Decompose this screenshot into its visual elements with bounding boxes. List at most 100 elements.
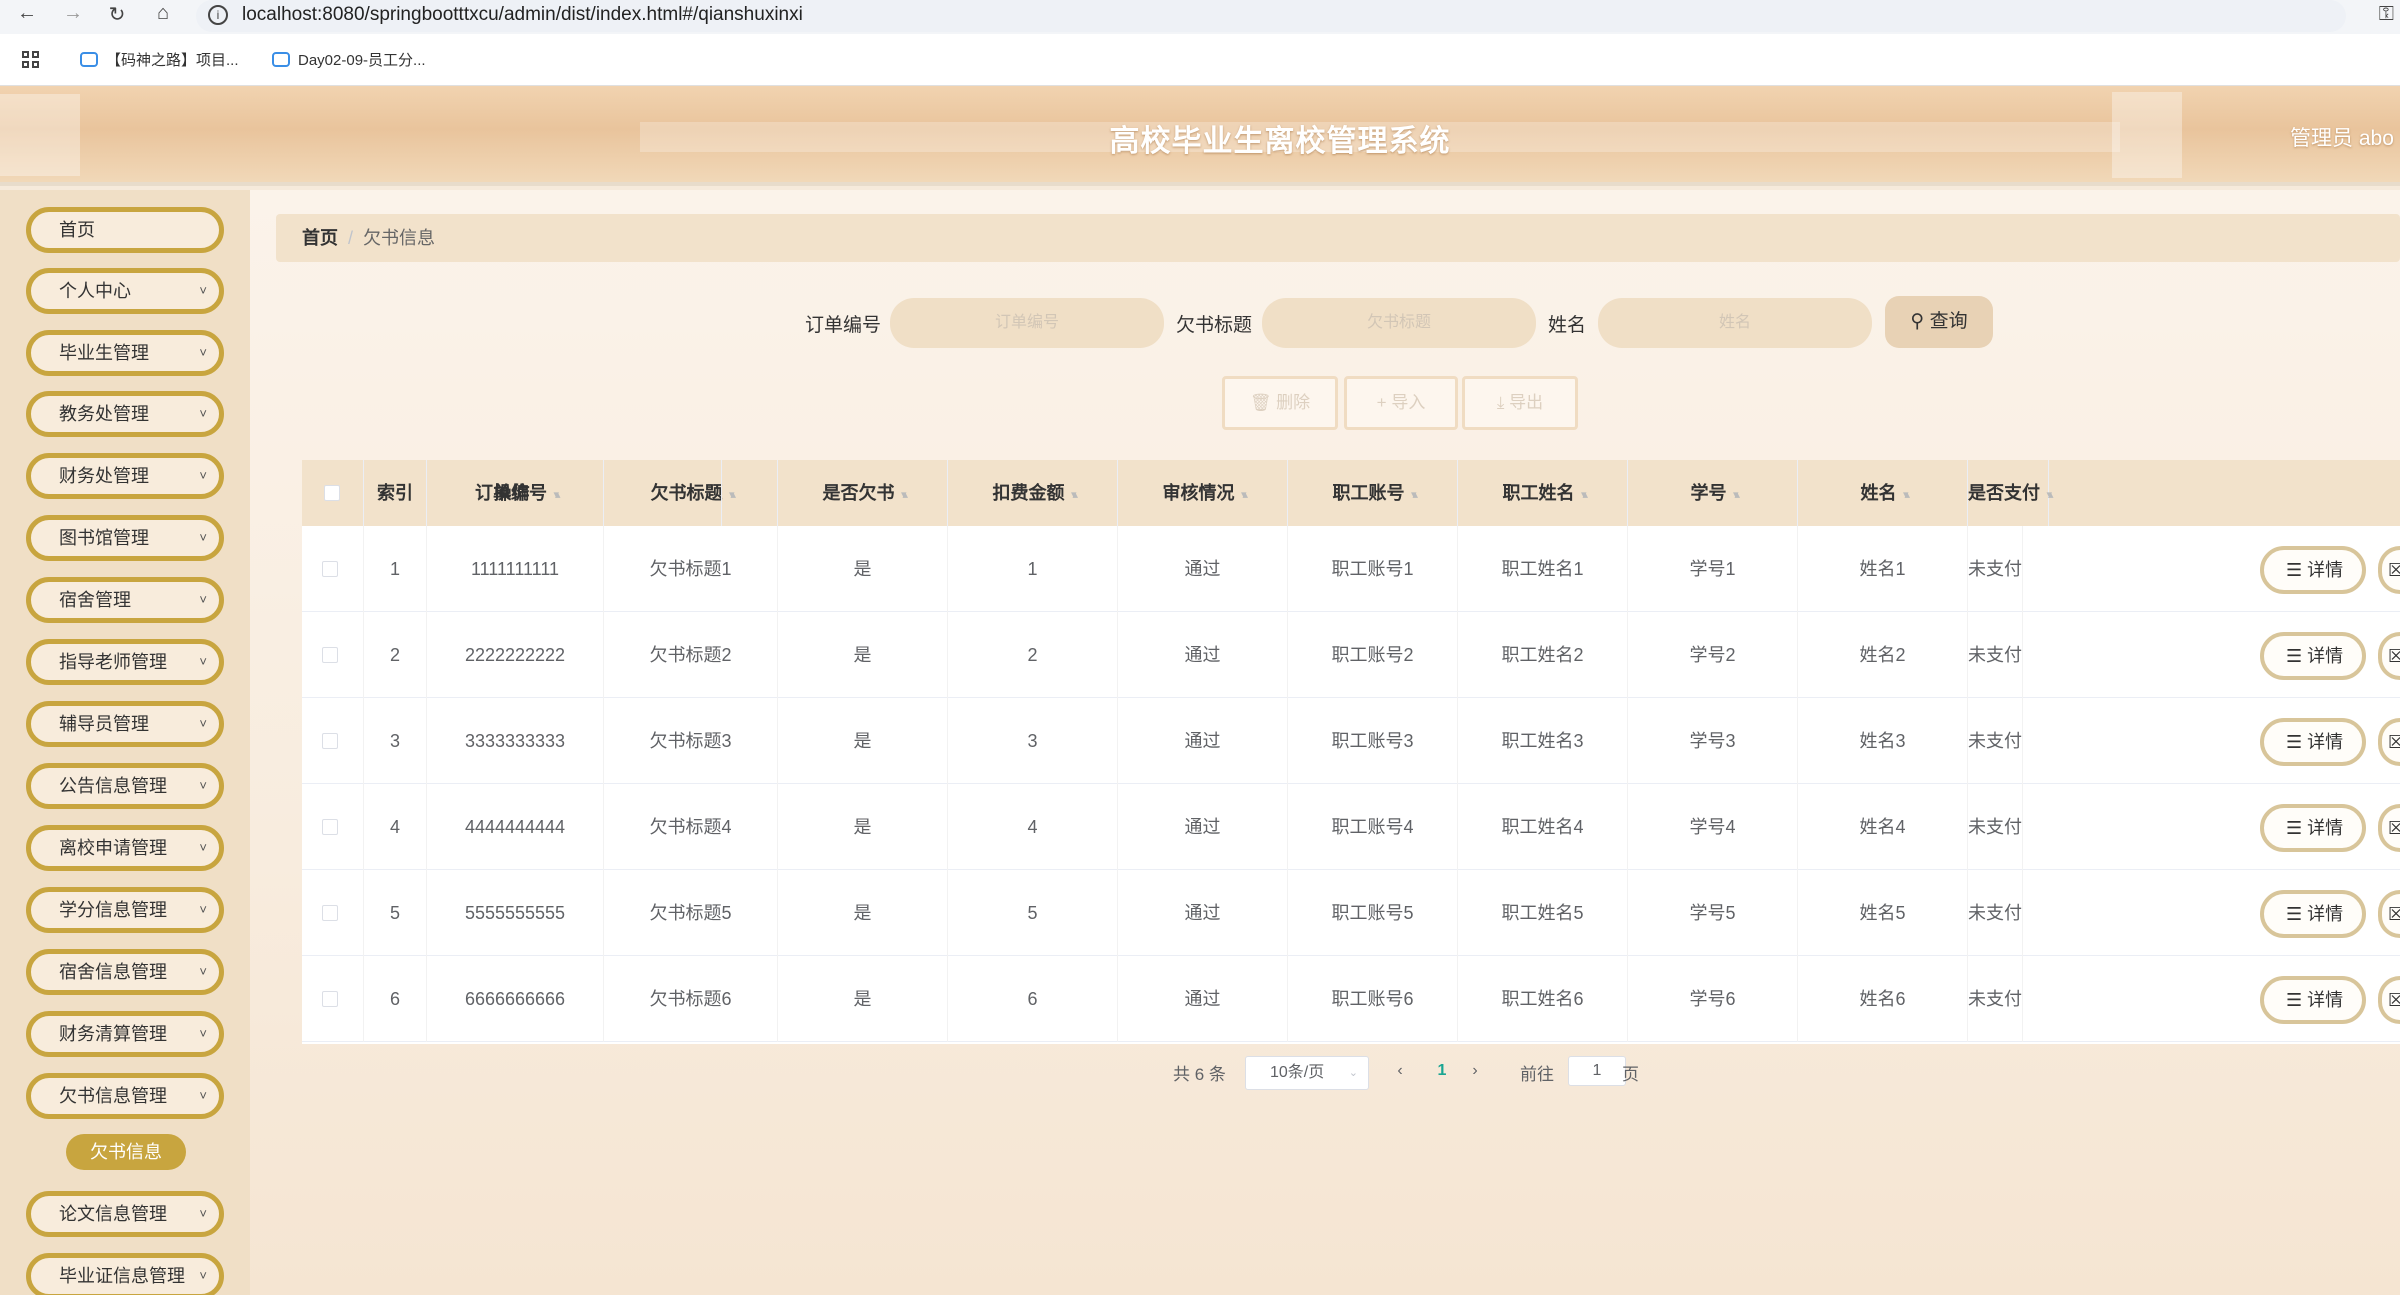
detail-button[interactable]: ☰ 详情 bbox=[2260, 546, 2366, 594]
column-header[interactable]: 审核情况▴▾ bbox=[1118, 460, 1288, 526]
sidebar-item[interactable]: 欠书信息管理 ˅ bbox=[26, 1073, 224, 1119]
submenu-item-active[interactable]: 欠书信息 bbox=[66, 1134, 186, 1170]
table-cell: 欠书标题2 bbox=[604, 612, 778, 698]
goto-page-input[interactable]: 1 bbox=[1568, 1056, 1626, 1086]
column-header[interactable]: 职工姓名▴▾ bbox=[1458, 460, 1628, 526]
table-cell: 4 bbox=[364, 784, 427, 870]
page-number[interactable]: 1 bbox=[1422, 1056, 1462, 1086]
delete-button[interactable]: ☒ bbox=[2378, 632, 2400, 680]
table-cell: 4 bbox=[948, 784, 1118, 870]
document-icon: ☰ bbox=[2286, 904, 2308, 924]
password-key-icon[interactable]: ⚿ bbox=[2379, 3, 2394, 26]
sidebar-item[interactable]: 宿舍信息管理 ˅ bbox=[26, 949, 224, 995]
table-cell: 职工账号4 bbox=[1288, 784, 1458, 870]
table-cell: 职工账号5 bbox=[1288, 870, 1458, 956]
trash-icon: ☒ bbox=[2388, 990, 2400, 1010]
chevron-down-icon: ˅ bbox=[199, 964, 207, 979]
name-input[interactable] bbox=[1598, 298, 1872, 348]
row-checkbox[interactable] bbox=[322, 991, 338, 1007]
delete-button[interactable]: ☒ bbox=[2378, 804, 2400, 852]
row-checkbox[interactable] bbox=[322, 561, 338, 577]
table-cell: 职工姓名2 bbox=[1458, 612, 1628, 698]
table-cell: 未支付 bbox=[1968, 526, 2023, 612]
table-cell: 学号4 bbox=[1628, 784, 1798, 870]
trash-icon: ☒ bbox=[2388, 732, 2400, 752]
detail-button[interactable]: ☰ 详情 bbox=[2260, 890, 2366, 938]
sidebar-item[interactable]: 财务处管理 ˅ bbox=[26, 453, 224, 499]
trash-icon: ☒ bbox=[2388, 818, 2400, 838]
forward-icon[interactable]: → bbox=[58, 2, 88, 25]
next-page-button[interactable]: › bbox=[1460, 1056, 1490, 1086]
detail-button[interactable]: ☰ 详情 bbox=[2260, 976, 2366, 1024]
row-checkbox[interactable] bbox=[322, 647, 338, 663]
sidebar-item[interactable]: 教务处管理 ˅ bbox=[26, 391, 224, 437]
goto-label: 前往 bbox=[1520, 1065, 1554, 1084]
query-button[interactable]: ⚲ 查询 bbox=[1885, 296, 1993, 348]
table-cell: 2 bbox=[948, 612, 1118, 698]
sidebar-item[interactable]: 首页 bbox=[26, 207, 224, 253]
prev-page-button[interactable]: ‹ bbox=[1385, 1056, 1415, 1086]
column-header[interactable]: 学号▴▾ bbox=[1628, 460, 1798, 526]
column-header[interactable]: 扣费金额▴▾ bbox=[948, 460, 1118, 526]
breadcrumb-home[interactable]: 首页 bbox=[302, 228, 338, 248]
sidebar-item[interactable]: 宿舍管理 ˅ bbox=[26, 577, 224, 623]
detail-button[interactable]: ☰ 详情 bbox=[2260, 632, 2366, 680]
chevron-down-icon: ˅ bbox=[199, 468, 207, 483]
sidebar-item[interactable]: 个人中心 ˅ bbox=[26, 268, 224, 314]
sidebar-item[interactable]: 毕业证信息管理 ˅ bbox=[26, 1253, 224, 1295]
table-cell: 是 bbox=[778, 870, 948, 956]
sidebar-item[interactable]: 学分信息管理 ˅ bbox=[26, 887, 224, 933]
row-checkbox[interactable] bbox=[322, 819, 338, 835]
delete-button[interactable]: ☒ bbox=[2378, 546, 2400, 594]
detail-button[interactable]: ☰ 详情 bbox=[2260, 804, 2366, 852]
sidebar-item-label: 公告信息管理 bbox=[59, 776, 167, 796]
page-size-select[interactable]: 10条/页 ⌄ bbox=[1245, 1056, 1369, 1090]
sidebar-item[interactable]: 图书馆管理 ˅ bbox=[26, 515, 224, 561]
reload-icon[interactable]: ↻ bbox=[102, 2, 132, 27]
sidebar-item[interactable]: 财务清算管理 ˅ bbox=[26, 1011, 224, 1057]
table-cell: 1 bbox=[364, 526, 427, 612]
table-cell: 未支付 bbox=[1968, 698, 2023, 784]
address-bar[interactable]: i localhost:8080/springbootttxcu/admin/d… bbox=[196, 0, 2346, 32]
book-title-input[interactable] bbox=[1262, 298, 1536, 348]
column-header[interactable]: 是否欠书▴▾ bbox=[778, 460, 948, 526]
sidebar-item[interactable]: 公告信息管理 ˅ bbox=[26, 763, 224, 809]
column-header[interactable]: 姓名▴▾ bbox=[1798, 460, 1968, 526]
row-checkbox[interactable] bbox=[322, 733, 338, 749]
delete-button[interactable]: ☒ bbox=[2378, 718, 2400, 766]
apps-icon[interactable] bbox=[22, 51, 40, 69]
bookmark-item[interactable]: 【码神之路】项目... bbox=[80, 49, 239, 70]
batch-delete-button[interactable]: 🗑 删除 bbox=[1222, 376, 1338, 430]
table-cell: 5 bbox=[948, 870, 1118, 956]
import-button[interactable]: + 导入 bbox=[1344, 376, 1458, 430]
table-cell: 学号5 bbox=[1628, 870, 1798, 956]
back-icon[interactable]: ← bbox=[12, 2, 42, 25]
column-header[interactable]: 职工账号▴▾ bbox=[1288, 460, 1458, 526]
column-header[interactable]: 是否支付▴▾ bbox=[1968, 460, 2055, 526]
home-icon[interactable]: ⌂ bbox=[148, 2, 178, 25]
sidebar-item-label: 毕业证信息管理 bbox=[59, 1266, 185, 1286]
chevron-down-icon: ˅ bbox=[199, 1088, 207, 1103]
table-cell: 职工姓名6 bbox=[1458, 956, 1628, 1042]
sidebar-item[interactable]: 论文信息管理 ˅ bbox=[26, 1191, 224, 1237]
row-select-cell bbox=[302, 698, 364, 784]
site-info-icon[interactable]: i bbox=[208, 5, 228, 25]
chevron-down-icon: ˅ bbox=[199, 1026, 207, 1041]
table-cell: 姓名2 bbox=[1798, 612, 1968, 698]
sidebar-item[interactable]: 毕业生管理 ˅ bbox=[26, 330, 224, 376]
sidebar-item-label: 宿舍管理 bbox=[59, 590, 131, 610]
delete-button[interactable]: ☒ bbox=[2378, 976, 2400, 1024]
export-button[interactable]: ⤓ 导出 bbox=[1462, 376, 1578, 430]
sidebar-item[interactable]: 离校申请管理 ˅ bbox=[26, 825, 224, 871]
sidebar-item-label: 论文信息管理 bbox=[59, 1204, 167, 1224]
sidebar-item[interactable]: 辅导员管理 ˅ bbox=[26, 701, 224, 747]
table-cell: 姓名5 bbox=[1798, 870, 1968, 956]
current-user[interactable]: 管理员 abo bbox=[2290, 122, 2394, 152]
row-checkbox[interactable] bbox=[322, 905, 338, 921]
table-header: 索引订单编号▴▾欠书标题▴▾是否欠书▴▾扣费金额▴▾审核情况▴▾职工账号▴▾职工… bbox=[302, 460, 2400, 526]
delete-button[interactable]: ☒ bbox=[2378, 890, 2400, 938]
detail-button[interactable]: ☰ 详情 bbox=[2260, 718, 2366, 766]
sidebar-item[interactable]: 指导老师管理 ˅ bbox=[26, 639, 224, 685]
bookmark-item[interactable]: Day02-09-员工分... bbox=[272, 49, 426, 70]
order-no-input[interactable] bbox=[890, 298, 1164, 348]
